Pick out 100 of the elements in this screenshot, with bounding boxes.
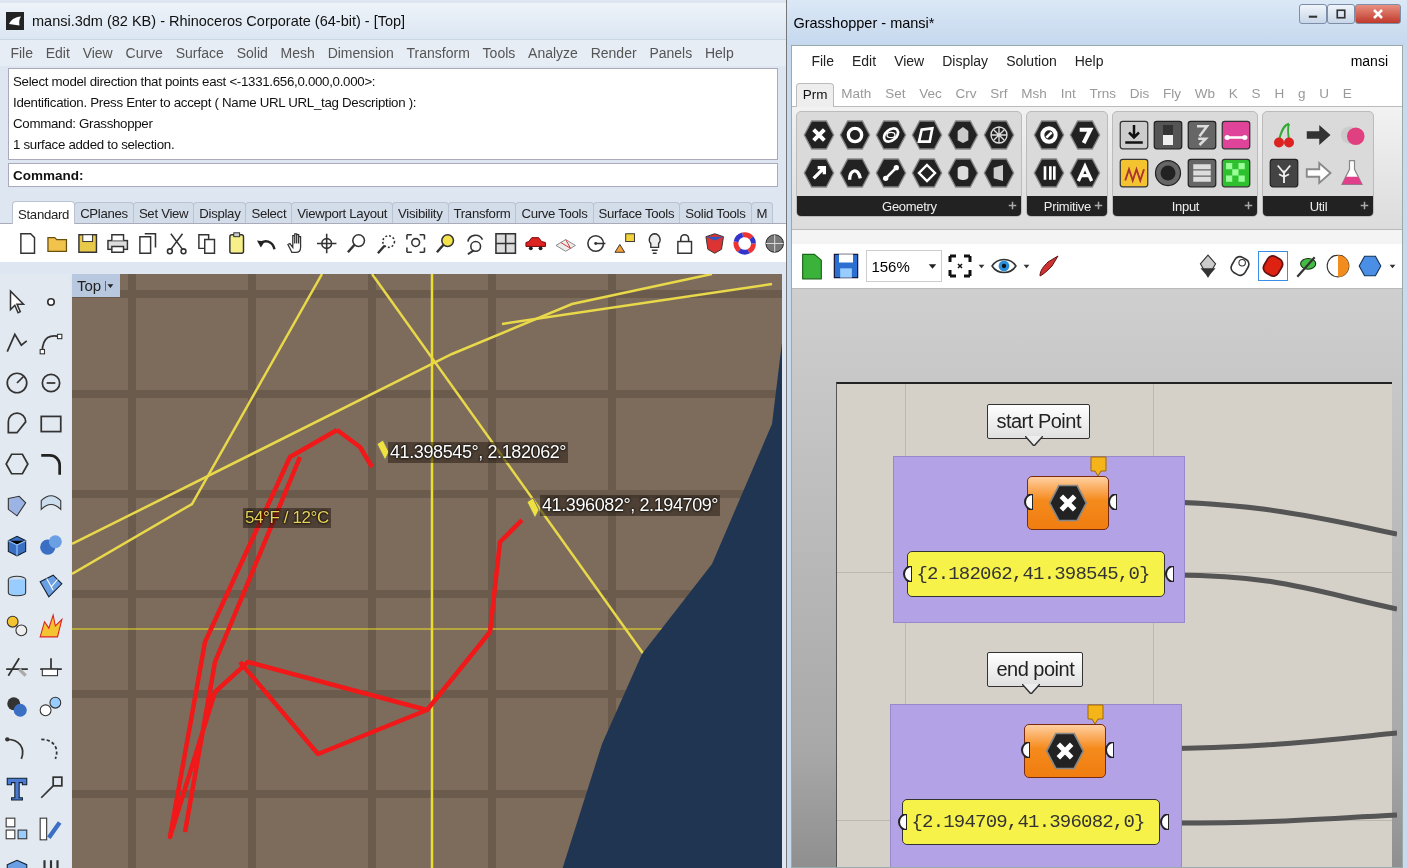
dial-icon[interactable] xyxy=(1153,158,1184,188)
menu-item[interactable]: View xyxy=(76,45,120,61)
viewports-icon[interactable] xyxy=(494,230,518,256)
hexagon-icon[interactable] xyxy=(947,119,980,151)
digits-tile-icon[interactable] xyxy=(1187,120,1218,150)
save-icon[interactable] xyxy=(832,251,861,281)
hexagon-icon[interactable] xyxy=(875,157,908,189)
value-panel[interactable]: {2.194709,41.396082,0} xyxy=(902,799,1161,845)
panel-label: Geometry xyxy=(882,198,937,214)
input-grip xyxy=(1023,494,1034,510)
toolbar-tab[interactable]: Standard xyxy=(12,201,76,224)
toolbar-tab[interactable]: Transform xyxy=(447,202,517,223)
point-component[interactable] xyxy=(1027,476,1110,530)
brush-icon[interactable] xyxy=(1036,253,1061,279)
half-sphere-icon[interactable] xyxy=(1325,253,1351,279)
hexagon-icon[interactable] xyxy=(839,157,872,189)
menu-item[interactable]: Solution xyxy=(997,53,1066,69)
toolbar-tab[interactable]: Select xyxy=(245,202,293,223)
menu-item[interactable]: View xyxy=(885,53,934,69)
color-wheel-icon[interactable] xyxy=(733,230,757,256)
shapes-icon[interactable] xyxy=(613,230,637,256)
close-button[interactable] xyxy=(1355,4,1401,24)
hexagon-icon[interactable] xyxy=(1048,483,1089,523)
hexagon-icon[interactable] xyxy=(803,119,836,151)
menu-item[interactable]: Solid xyxy=(230,45,275,61)
menu-item[interactable]: File xyxy=(802,53,843,69)
hexagon-icon[interactable] xyxy=(911,119,944,151)
menu-item[interactable]: Panels xyxy=(643,45,699,61)
shaded-shape-icon[interactable] xyxy=(1259,252,1287,280)
menu-item[interactable]: Surface xyxy=(169,45,231,61)
panel-label: Util xyxy=(1309,198,1328,214)
hexagon-icon[interactable] xyxy=(983,119,1016,151)
hexagon-icon[interactable] xyxy=(1069,157,1102,189)
hexagon-icon[interactable] xyxy=(839,119,872,151)
circle-icon[interactable] xyxy=(4,370,30,397)
toolbar-tab[interactable]: Viewport Layout xyxy=(291,202,394,223)
expand-icon[interactable] xyxy=(1360,201,1370,210)
pencil-icon[interactable] xyxy=(38,815,64,842)
toggle-tile-icon[interactable] xyxy=(1153,120,1184,150)
gem-icon[interactable] xyxy=(1357,253,1383,279)
menu-item[interactable]: Help xyxy=(1065,53,1113,69)
zoom-extents-icon[interactable] xyxy=(948,254,973,278)
toolbar-tab[interactable]: Display xyxy=(193,202,247,223)
checker-tile-icon[interactable] xyxy=(1221,158,1252,188)
download-tile-icon[interactable] xyxy=(1119,120,1150,150)
toolbar-tab[interactable]: Solid Tools xyxy=(679,202,752,223)
viewport-title[interactable]: Top xyxy=(72,274,121,297)
expand-icon[interactable] xyxy=(1008,201,1018,210)
toolbar-tab[interactable]: CPlanes xyxy=(74,202,134,223)
toolbar-tab[interactable]: Surface Tools xyxy=(592,202,681,223)
blocks-icon[interactable] xyxy=(4,815,30,842)
menu-item[interactable]: Dimension xyxy=(321,45,401,61)
menu-item[interactable]: Help xyxy=(698,45,741,61)
expand-icon[interactable] xyxy=(1094,201,1104,210)
menu-item[interactable]: Edit xyxy=(843,53,886,69)
menu-item[interactable]: File xyxy=(4,45,40,61)
polygon-icon[interactable] xyxy=(4,451,30,478)
tree-icon[interactable] xyxy=(1269,158,1300,188)
burst-icon[interactable] xyxy=(38,613,64,640)
minimize-button[interactable] xyxy=(1299,4,1327,24)
hexagon-icon[interactable] xyxy=(803,157,836,189)
toolbar-tab[interactable]: Curve Tools xyxy=(515,202,594,223)
hexagon-icon[interactable] xyxy=(1045,731,1086,771)
scissors-icon[interactable] xyxy=(165,230,189,256)
hexagon-icon[interactable] xyxy=(1033,157,1066,189)
hexagon-icon[interactable] xyxy=(1069,119,1102,151)
zoom-value: 156% xyxy=(871,257,910,275)
menu-item[interactable]: Tools xyxy=(476,45,522,61)
value-panel[interactable]: {2.182062,41.398545,0} xyxy=(907,551,1166,597)
toolbar-tab[interactable]: Visibility xyxy=(392,202,449,223)
hexagon-icon[interactable] xyxy=(875,119,908,151)
menu-item[interactable]: Analyze xyxy=(521,45,585,61)
fillet-icon[interactable] xyxy=(38,451,64,478)
hexagon-icon[interactable] xyxy=(983,157,1016,189)
menu-item[interactable]: Render xyxy=(584,45,643,61)
zoom-field[interactable]: 156% xyxy=(866,250,943,282)
caret-icon xyxy=(928,261,938,271)
hexagon-icon[interactable] xyxy=(947,157,980,189)
material-icon[interactable] xyxy=(703,230,727,256)
component-tab[interactable]: Prm xyxy=(796,83,834,107)
menu-item[interactable]: Curve xyxy=(119,45,170,61)
toolbar-tab[interactable]: M xyxy=(750,202,774,223)
hexagon-icon[interactable] xyxy=(1033,119,1066,151)
command-field[interactable]: Command: xyxy=(8,163,779,187)
map-label: 41.396082°, 2.194709° xyxy=(540,495,721,516)
history-line: 1 surface added to selection. xyxy=(13,136,176,154)
point-component[interactable] xyxy=(1024,724,1107,778)
maximize-button[interactable] xyxy=(1327,4,1355,24)
mesh-icon[interactable] xyxy=(38,572,64,599)
wave-tile-icon[interactable] xyxy=(1119,158,1150,188)
menu-item[interactable]: Mesh xyxy=(274,45,322,61)
hexagon-icon[interactable] xyxy=(911,157,944,189)
text-icon[interactable] xyxy=(4,775,30,802)
menu-item[interactable]: Transform xyxy=(400,45,477,61)
list-tile-icon[interactable] xyxy=(1187,158,1218,188)
menu-item[interactable]: Display xyxy=(933,53,998,69)
gradient-tile-icon[interactable] xyxy=(1221,120,1252,150)
expand-icon[interactable] xyxy=(1244,201,1254,210)
toolbar-tab[interactable]: Set View xyxy=(132,202,195,223)
menu-item[interactable]: Edit xyxy=(39,45,77,61)
